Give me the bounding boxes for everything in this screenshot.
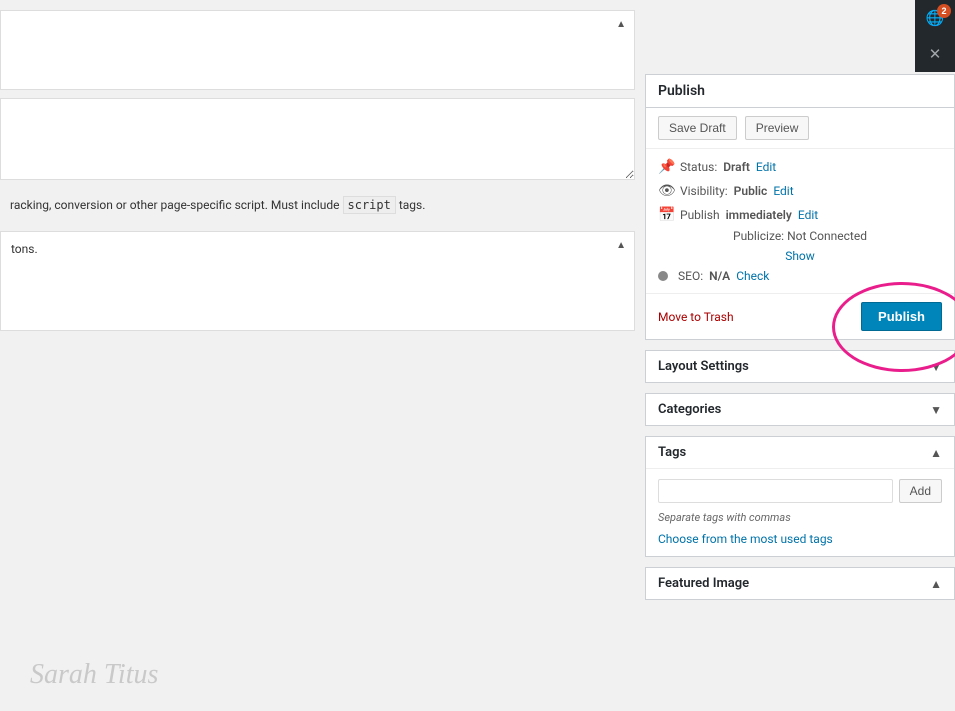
layout-settings-box: Layout Settings ▼	[645, 350, 955, 383]
seo-row: SEO: N/A Check	[658, 265, 942, 287]
layout-settings-title: Layout Settings	[658, 359, 749, 374]
tags-content: Add Separate tags with commas Choose fro…	[646, 468, 954, 556]
preview-button[interactable]: Preview	[745, 116, 810, 140]
publish-meta: 📌 Status: Draft Edit 👁 Visibility: Publi…	[646, 149, 954, 293]
script-text: racking, conversion or other page-specif…	[0, 188, 645, 223]
choose-tags-link[interactable]: Choose from the most used tags	[658, 532, 942, 546]
move-to-trash-button[interactable]: Move to Trash	[658, 310, 734, 324]
tags-title: Tags	[658, 445, 686, 460]
globe-button[interactable]: 2 🌐	[915, 0, 955, 36]
publish-box: Publish Save Draft Preview 📌 Status: Dra…	[645, 74, 955, 340]
publish-schedule-row: 📅 Publish immediately Edit	[658, 203, 942, 227]
tags-input-row: Add	[658, 479, 942, 503]
publish-title: Publish	[658, 83, 705, 99]
visibility-row: 👁 Visibility: Public Edit	[658, 179, 942, 203]
script-text-before: racking, conversion or other page-specif…	[10, 198, 343, 212]
categories-box: Categories ▼	[645, 393, 955, 426]
tags-chevron: ▲	[930, 446, 942, 460]
arrow-icon: ▲	[616, 19, 626, 30]
watermark-text: Sarah Titus	[30, 659, 158, 690]
tags-hint: Separate tags with commas	[658, 511, 942, 524]
tags-header[interactable]: Tags ▲	[646, 437, 954, 468]
layout-settings-chevron: ▼	[930, 360, 942, 374]
categories-header[interactable]: Categories ▼	[646, 394, 954, 425]
add-tag-button[interactable]: Add	[899, 479, 942, 503]
publish-actions: Save Draft Preview	[646, 108, 954, 149]
publish-bottom: Move to Trash Publish	[646, 293, 954, 339]
layout-settings-header[interactable]: Layout Settings ▼	[646, 351, 954, 382]
close-button[interactable]: ✕	[915, 36, 955, 72]
publish-button[interactable]: Publish	[861, 302, 942, 331]
seo-label: SEO:	[678, 269, 703, 283]
categories-chevron: ▼	[930, 403, 942, 417]
bottom-content-block: ▲ tons.	[0, 231, 635, 331]
publish-schedule-edit-link[interactable]: Edit	[798, 208, 818, 222]
bottom-text: tons.	[1, 232, 634, 266]
publicize-show-link[interactable]: Show	[785, 249, 815, 263]
status-value: Draft	[723, 160, 750, 174]
seo-check-link[interactable]: Check	[736, 269, 769, 283]
featured-image-box: Featured Image ▲	[645, 567, 955, 600]
top-content-block: ▲	[0, 10, 635, 90]
visibility-icon: 👁	[658, 183, 674, 199]
sidebar: 2 🌐 ✕ Publish Save Draft Preview 📌 Statu…	[645, 0, 955, 711]
publish-schedule-label: Publish	[680, 208, 720, 222]
status-icon: 📌	[658, 159, 674, 175]
script-text-after: tags.	[396, 198, 426, 212]
publicize-label: Publicize: Not Connected	[733, 229, 867, 243]
featured-image-title: Featured Image	[658, 576, 749, 591]
textarea-block	[0, 98, 635, 180]
status-edit-link[interactable]: Edit	[756, 160, 776, 174]
status-label: Status:	[680, 160, 717, 174]
save-draft-button[interactable]: Save Draft	[658, 116, 737, 140]
visibility-edit-link[interactable]: Edit	[773, 184, 793, 198]
tags-box: Tags ▲ Add Separate tags with commas Cho…	[645, 436, 955, 557]
main-content: ▲ racking, conversion or other page-spec…	[0, 0, 645, 711]
notification-badge: 2	[937, 4, 951, 18]
watermark: Sarah Titus	[30, 659, 158, 691]
tags-input[interactable]	[658, 479, 893, 503]
visibility-value: Public	[734, 184, 768, 198]
publish-schedule-value: immediately	[726, 208, 792, 222]
top-icons-bar: 2 🌐 ✕	[915, 0, 955, 72]
status-row: 📌 Status: Draft Edit	[658, 155, 942, 179]
visibility-label: Visibility:	[680, 184, 728, 198]
script-tag: script	[343, 196, 396, 214]
publish-header: Publish	[646, 75, 954, 108]
calendar-icon: 📅	[658, 207, 674, 223]
seo-value: N/A	[709, 269, 730, 283]
content-textarea[interactable]	[1, 99, 634, 179]
featured-image-header[interactable]: Featured Image ▲	[646, 568, 954, 599]
seo-dot	[658, 271, 668, 281]
publish-button-wrapper: Publish	[861, 302, 942, 331]
arrow-icon-bottom: ▲	[616, 240, 626, 251]
categories-title: Categories	[658, 402, 721, 417]
publicize-row: Publicize: Not Connected Show	[658, 227, 942, 265]
featured-image-chevron: ▲	[930, 577, 942, 591]
